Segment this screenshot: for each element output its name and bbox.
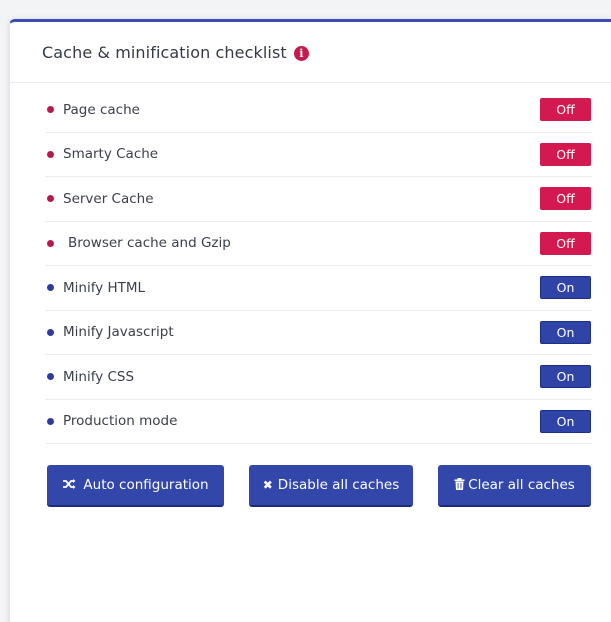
status-dot (47, 106, 54, 114)
auto-configuration-label: Auto configuration (83, 477, 209, 493)
item-label: Minify CSS (63, 368, 135, 385)
page-cache-toggle[interactable]: Off (540, 98, 591, 122)
minify-css-toggle[interactable]: On (540, 365, 591, 389)
auto-configuration-button[interactable]: Auto configuration (47, 465, 224, 507)
status-dot (47, 417, 54, 425)
close-icon: ✖ (262, 478, 273, 492)
list-item-minify-javascript: Minify Javascript On (45, 311, 592, 355)
status-dot (47, 284, 54, 292)
item-label: Page cache (63, 101, 140, 118)
shuffle-icon (62, 478, 76, 493)
status-dot (47, 150, 54, 158)
action-buttons: Auto configuration ✖ Disable all caches … (10, 465, 611, 509)
status-dot (47, 373, 54, 381)
list-item-minify-html: Minify HTML On (45, 266, 592, 311)
item-label: Browser cache and Gzip (68, 235, 231, 252)
clear-all-caches-button[interactable]: Clear all caches (438, 465, 591, 507)
panel-header: Cache & minification checklist i (10, 22, 611, 83)
clear-all-caches-label: Clear all caches (468, 477, 575, 493)
info-icon[interactable]: i (293, 45, 309, 61)
list-item-browser-cache: Browser cache and Gzip Off (45, 222, 592, 266)
status-dot (47, 239, 54, 247)
server-cache-toggle[interactable]: Off (540, 187, 591, 211)
browser-cache-toggle[interactable]: Off (540, 231, 591, 255)
panel-title: Cache & minification checklist (42, 42, 287, 62)
item-label: Production mode (63, 413, 178, 430)
disable-all-caches-label: Disable all caches (277, 477, 400, 493)
list-item-minify-css: Minify CSS On (45, 355, 592, 400)
item-label: Server Cache (63, 190, 154, 207)
list-item-server-cache: Server Cache Off (45, 177, 592, 222)
minify-html-toggle[interactable]: On (540, 276, 591, 300)
list-item-production-mode: Production mode On (45, 400, 592, 444)
list-item-smarty-cache: Smarty Cache Off (45, 133, 592, 177)
page: Cache & minification checklist i Page ca… (0, 0, 611, 622)
cache-checklist-panel: Cache & minification checklist i Page ca… (9, 19, 611, 622)
item-label: Minify Javascript (63, 324, 174, 341)
status-dot (47, 328, 54, 336)
trash-icon (454, 477, 465, 493)
production-mode-toggle[interactable]: On (540, 409, 591, 433)
disable-all-caches-button[interactable]: ✖ Disable all caches (249, 465, 413, 507)
minify-javascript-toggle[interactable]: On (540, 320, 591, 344)
item-label: Smarty Cache (63, 146, 159, 163)
smarty-cache-toggle[interactable]: Off (540, 142, 591, 166)
list-item-page-cache: Page cache Off (45, 88, 592, 133)
item-label: Minify HTML (63, 279, 146, 296)
checklist: Page cache Off Smarty Cache Off Server C… (45, 88, 592, 444)
status-dot (47, 195, 54, 203)
